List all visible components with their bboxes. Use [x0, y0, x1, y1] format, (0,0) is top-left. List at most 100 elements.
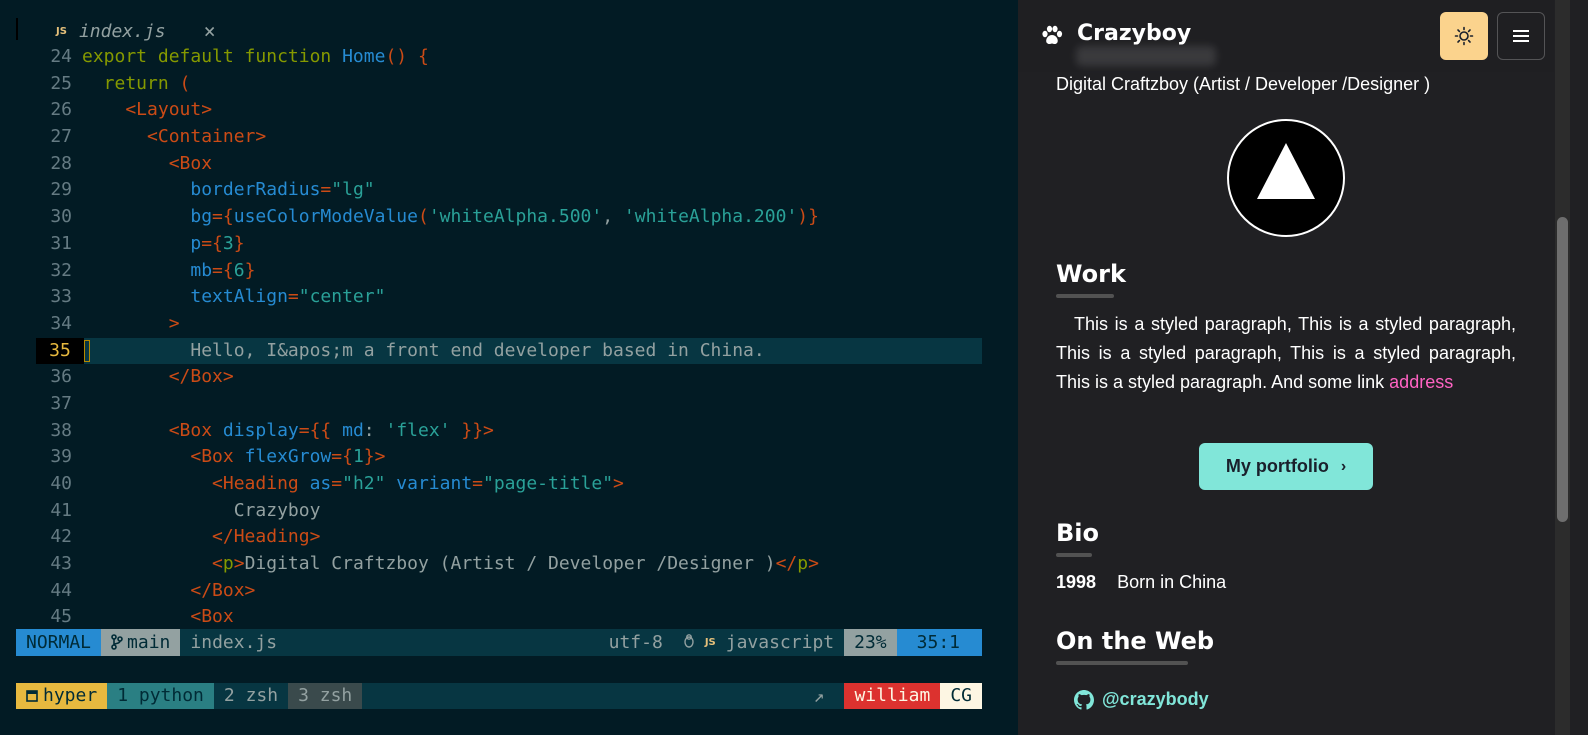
- close-icon[interactable]: ×: [204, 19, 216, 43]
- code-line[interactable]: 45 <Box: [0, 604, 1000, 631]
- code-token: Digital Craftzboy (Artist / Developer /D…: [244, 553, 776, 575]
- code-line[interactable]: 42 </Heading>: [0, 524, 1000, 551]
- editor-tab[interactable]: JS index.js ×: [56, 19, 216, 43]
- page-description: Digital Craftzboy (Artist / Developer /D…: [1056, 74, 1431, 94]
- file-encoding: utf-8: [608, 632, 663, 653]
- code-text: Crazyboy: [82, 498, 321, 525]
- bio-entry: 1998 Born in China: [1056, 572, 1226, 593]
- triangle-logo-icon: [1257, 143, 1315, 199]
- hamburger-icon: [1513, 30, 1529, 42]
- session-name: hyper: [43, 685, 98, 706]
- code-line[interactable]: 37: [0, 391, 1000, 418]
- code-editor[interactable]: JS index.js × 24 export default function …: [0, 0, 1018, 735]
- theme-toggle-button[interactable]: [1440, 12, 1488, 60]
- tmux-user: william: [844, 683, 941, 709]
- status-line: NORMAL main index.js utf-8 JS javascript…: [16, 629, 982, 656]
- code-token: Hello, I&apos;m a front end developer ba…: [82, 339, 765, 361]
- code-token: 'whiteAlpha.200': [623, 206, 798, 228]
- code-line[interactable]: 35 Hello, I&apos;m a front end developer…: [0, 337, 1000, 365]
- code-line[interactable]: 41 Crazyboy: [0, 498, 1000, 525]
- heading-underline: [1056, 294, 1114, 298]
- sun-icon: [1454, 26, 1474, 46]
- code-token: <Box: [82, 446, 245, 468]
- code-line[interactable]: 40 <Heading as="h2" variant="page-title"…: [0, 471, 1000, 498]
- code-token: =: [287, 286, 299, 308]
- code-line[interactable]: 30 bg={useColorModeValue('whiteAlpha.500…: [0, 204, 1000, 231]
- line-number: 26: [50, 99, 72, 121]
- code-line[interactable]: 28 <Box: [0, 151, 1000, 178]
- code-token: </Box>: [82, 366, 234, 388]
- code-line[interactable]: 26 <Layout>: [0, 97, 1000, 124]
- tab-filename: index.js: [78, 20, 166, 42]
- code-line[interactable]: 34 >: [0, 311, 1000, 338]
- code-text: </Box>: [82, 364, 234, 391]
- code-token: 3: [222, 232, 234, 254]
- line-number: 43: [50, 553, 72, 575]
- code-line[interactable]: 43 <p>Digital Craftzboy (Artist / Develo…: [0, 551, 1000, 578]
- scrollbar-thumb[interactable]: [1557, 217, 1568, 522]
- code-token: >: [808, 553, 819, 575]
- code-line[interactable]: 29 borderRadius="lg": [0, 177, 1000, 204]
- code-text: Hello, I&apos;m a front end developer ba…: [82, 338, 765, 365]
- button-label: My portfolio: [1225, 456, 1329, 476]
- line-number: 31: [50, 232, 72, 254]
- scrolled-content-blur: [1076, 46, 1216, 66]
- line-number: 39: [50, 446, 72, 468]
- code-token: variant: [396, 473, 473, 494]
- code-text: <Box flexGrow={1}>: [82, 444, 385, 471]
- code-token: }: [244, 259, 256, 281]
- code-token: bg: [82, 206, 213, 228]
- code-line[interactable]: 31 p={3}: [0, 231, 1000, 258]
- code-token: "lg": [331, 179, 375, 201]
- line-number: 42: [50, 526, 72, 548]
- line-number: 32: [50, 259, 72, 281]
- code-token: textAlign: [82, 286, 288, 308]
- line-number: 41: [50, 499, 72, 521]
- code-text: <Container>: [82, 124, 266, 151]
- code-token: display: [222, 419, 299, 441]
- tmux-session[interactable]: hyper: [16, 683, 108, 709]
- tmux-window[interactable]: 1 python: [107, 683, 214, 709]
- code-token: :: [363, 419, 386, 441]
- code-token: =: [320, 179, 332, 201]
- paw-icon[interactable]: [1040, 24, 1064, 48]
- code-line[interactable]: 27 <Container>: [0, 124, 1000, 151]
- line-number: 37: [50, 392, 72, 414]
- code-line[interactable]: 36 </Box>: [0, 364, 1000, 391]
- code-area[interactable]: 24 export default function Home() {25 ret…: [0, 44, 1000, 631]
- tmux-window[interactable]: 2 zsh: [214, 683, 288, 709]
- code-text: p={3}: [82, 231, 244, 258]
- code-text: textAlign="center": [82, 284, 385, 311]
- code-token: p: [82, 232, 202, 254]
- code-line[interactable]: 32 mb={6}: [0, 258, 1000, 285]
- javascript-file-icon: JS: [704, 637, 716, 648]
- code-token: <Box: [82, 606, 234, 628]
- code-token: md: [342, 419, 364, 441]
- code-line[interactable]: 44 </Box>: [0, 578, 1000, 605]
- code-token: "center": [298, 286, 386, 308]
- code-token: >: [82, 312, 180, 334]
- line-number: 24: [50, 46, 72, 67]
- code-line[interactable]: 24 export default function Home() {: [0, 44, 1000, 71]
- code-token: <Heading: [82, 473, 310, 494]
- code-token: <: [82, 553, 223, 575]
- menu-button[interactable]: [1497, 12, 1545, 60]
- code-token: =: [472, 473, 483, 494]
- address-link[interactable]: address: [1389, 372, 1453, 392]
- section-heading-bio: Bio: [1056, 519, 1099, 557]
- line-number: 30: [50, 206, 72, 228]
- line-number: 34: [50, 312, 72, 334]
- code-line[interactable]: 38 <Box display={{ md: 'flex' }}>: [0, 418, 1000, 445]
- code-line[interactable]: 33 textAlign="center": [0, 284, 1000, 311]
- brand-logo[interactable]: Crazyboy: [1077, 21, 1191, 46]
- scroll-percent: 23%: [844, 629, 897, 656]
- tmux-window[interactable]: 3 zsh: [288, 683, 363, 709]
- cursor-position: 35:1: [896, 629, 982, 656]
- github-link[interactable]: @crazybody: [1074, 689, 1209, 710]
- my-portfolio-button[interactable]: My portfolio ›: [1199, 443, 1373, 490]
- code-text: >: [82, 311, 180, 338]
- code-line[interactable]: 25 return (: [0, 71, 1000, 98]
- github-icon: [1074, 689, 1094, 710]
- code-line[interactable]: 39 <Box flexGrow={1}>: [0, 444, 1000, 471]
- tux-icon: [673, 632, 705, 653]
